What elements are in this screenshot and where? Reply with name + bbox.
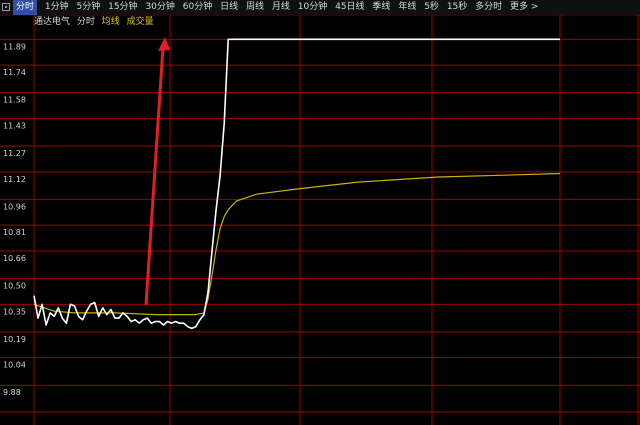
tab-multi-fenshi[interactable]: 多分时: [475, 0, 502, 15]
y-tick-label: 10.66: [3, 254, 26, 263]
tab-monthly[interactable]: 月线: [272, 0, 290, 15]
price-line: [33, 38, 560, 330]
more-tabs-button[interactable]: 更多 >: [510, 0, 538, 15]
price-chart[interactable]: 11.89 11.74 11.58 11.43 11.27 11.12 10.96 10.81…: [0, 15, 640, 425]
chart-grid: [0, 15, 640, 425]
tab-5min[interactable]: 5分钟: [77, 0, 101, 15]
period-tab-bar: 分时 1分钟 5分钟 15分钟 30分钟 60分钟 日线 周线 月线 10分钟 …: [0, 0, 640, 16]
tab-1min[interactable]: 1分钟: [45, 0, 69, 15]
y-tick-label: 10.81: [3, 228, 26, 237]
tab-30min[interactable]: 30分钟: [145, 0, 174, 15]
y-tick-label: 10.19: [3, 335, 26, 344]
tab-quarterly[interactable]: 季线: [372, 0, 390, 15]
tab-60min[interactable]: 60分钟: [183, 0, 212, 15]
y-axis-labels: 11.89 11.74 11.58 11.43 11.27 11.12 10.96 10.81…: [3, 42, 26, 397]
tab-15sec[interactable]: 15秒: [447, 0, 467, 15]
period-tab-list: 分时 1分钟 5分钟 15分钟 30分钟 60分钟 日线 周线 月线 10分钟 …: [13, 0, 538, 15]
tab-yearly[interactable]: 年线: [398, 0, 416, 15]
y-tick-label: 11.74: [3, 68, 26, 77]
tab-10min[interactable]: 10分钟: [298, 0, 327, 15]
y-tick-label: 11.89: [3, 42, 26, 51]
y-tick-label: 10.04: [3, 361, 26, 370]
tab-15min[interactable]: 15分钟: [108, 0, 137, 15]
tab-fenshi[interactable]: 分时: [13, 0, 38, 15]
annotation-layer: [144, 37, 170, 306]
y-tick-label: 11.58: [3, 96, 26, 105]
average-line: [33, 172, 561, 316]
tab-45day[interactable]: 45日线: [335, 0, 364, 15]
series-layer: [33, 38, 561, 330]
y-tick-label: 10.35: [3, 307, 26, 316]
y-tick-label: 11.27: [3, 149, 26, 158]
surge-arrow-shaft: [144, 46, 165, 306]
y-tick-label: 10.50: [3, 282, 26, 291]
tab-weekly[interactable]: 周线: [246, 0, 264, 15]
y-tick-label: 9.88: [3, 388, 21, 397]
intraday-chart-app: 分时 1分钟 5分钟 15分钟 30分钟 60分钟 日线 周线 月线 10分钟 …: [0, 0, 640, 425]
y-tick-label: 10.96: [3, 202, 26, 211]
tab-daily[interactable]: 日线: [220, 0, 238, 15]
layout-toggle-icon[interactable]: [2, 3, 10, 11]
y-tick-label: 11.12: [3, 175, 26, 184]
tab-5sec[interactable]: 5秒: [424, 0, 439, 15]
y-tick-label: 11.43: [3, 121, 26, 130]
